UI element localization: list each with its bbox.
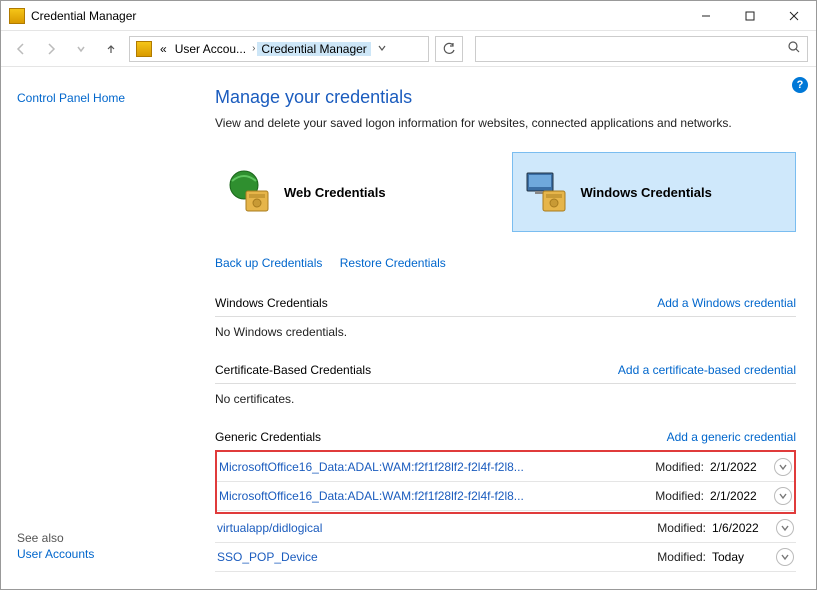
sidebar: Control Panel Home See also User Account… bbox=[1, 67, 211, 589]
add-windows-credential-link[interactable]: Add a Windows credential bbox=[657, 296, 796, 310]
modified-date: 2/1/2022 bbox=[710, 460, 766, 474]
window-controls bbox=[684, 1, 816, 30]
cert-section-title: Certificate-Based Credentials bbox=[215, 363, 371, 377]
nav-back-button[interactable] bbox=[9, 37, 33, 61]
nav-forward-button[interactable] bbox=[39, 37, 63, 61]
credential-row[interactable]: MicrosoftOffice16_Data:ADAL:WAM:f2f1f28l… bbox=[217, 482, 794, 511]
chevron-down-icon[interactable] bbox=[774, 458, 792, 476]
web-credentials-label: Web Credentials bbox=[284, 185, 386, 200]
main-content: Manage your credentials View and delete … bbox=[211, 67, 816, 589]
generic-credentials-list: MicrosoftOffice16_Data:ADAL:WAM:f2f1f28l… bbox=[215, 450, 796, 572]
credential-name: SSO_POP_Device bbox=[217, 550, 657, 564]
credential-name: virtualapp/didlogical bbox=[217, 521, 657, 535]
nav-up-button[interactable] bbox=[99, 37, 123, 61]
credential-row[interactable]: MicrosoftOffice16_Data:ADAL:WAM:f2f1f28l… bbox=[217, 453, 794, 482]
sidebar-user-accounts-link[interactable]: User Accounts bbox=[17, 547, 94, 561]
window-title: Credential Manager bbox=[31, 9, 136, 23]
windows-section-body: No Windows credentials. bbox=[215, 317, 796, 357]
address-bar[interactable]: « User Accou... › Credential Manager bbox=[129, 36, 429, 62]
minimize-button[interactable] bbox=[684, 1, 728, 30]
credential-row[interactable]: virtualapp/didlogicalModified: 1/6/2022 bbox=[215, 514, 796, 543]
refresh-button[interactable] bbox=[435, 36, 463, 62]
credential-name: MicrosoftOffice16_Data:ADAL:WAM:f2f1f28l… bbox=[219, 460, 655, 474]
page-description: View and delete your saved logon informa… bbox=[215, 116, 796, 130]
modified-label: Modified: bbox=[655, 489, 704, 503]
cert-section-body: No certificates. bbox=[215, 384, 796, 424]
chevron-down-icon[interactable] bbox=[774, 487, 792, 505]
chevron-down-icon[interactable] bbox=[776, 548, 794, 566]
add-generic-credential-link[interactable]: Add a generic credential bbox=[667, 430, 796, 444]
breadcrumb-item-current[interactable]: Credential Manager bbox=[257, 42, 370, 56]
breadcrumb-prefix: « bbox=[156, 42, 171, 56]
title-bar: Credential Manager bbox=[1, 1, 816, 31]
close-button[interactable] bbox=[772, 1, 816, 30]
search-box[interactable] bbox=[475, 36, 808, 62]
maximize-button[interactable] bbox=[728, 1, 772, 30]
chevron-down-icon[interactable] bbox=[776, 519, 794, 537]
credential-name: MicrosoftOffice16_Data:ADAL:WAM:f2f1f28l… bbox=[219, 489, 655, 503]
modified-label: Modified: bbox=[657, 550, 706, 564]
highlighted-credentials: MicrosoftOffice16_Data:ADAL:WAM:f2f1f28l… bbox=[215, 450, 796, 514]
modified-date: Today bbox=[712, 550, 768, 564]
windows-credentials-label: Windows Credentials bbox=[581, 185, 712, 200]
address-icon bbox=[136, 41, 152, 57]
monitor-safe-icon bbox=[523, 169, 569, 215]
web-credentials-card[interactable]: Web Credentials bbox=[215, 152, 500, 232]
modified-date: 1/6/2022 bbox=[712, 521, 768, 535]
address-dropdown[interactable] bbox=[371, 42, 393, 56]
modified-date: 2/1/2022 bbox=[710, 489, 766, 503]
see-also-label: See also bbox=[17, 531, 64, 545]
generic-section-title: Generic Credentials bbox=[215, 430, 321, 444]
page-title: Manage your credentials bbox=[215, 87, 796, 108]
breadcrumb-separator: › bbox=[250, 43, 257, 54]
nav-history-dropdown[interactable] bbox=[69, 37, 93, 61]
windows-section-title: Windows Credentials bbox=[215, 296, 328, 310]
windows-credentials-card[interactable]: Windows Credentials bbox=[512, 152, 797, 232]
search-icon[interactable] bbox=[787, 40, 801, 57]
modified-label: Modified: bbox=[657, 521, 706, 535]
navigation-bar: « User Accou... › Credential Manager bbox=[1, 31, 816, 67]
add-cert-credential-link[interactable]: Add a certificate-based credential bbox=[618, 363, 796, 377]
app-icon bbox=[9, 8, 25, 24]
globe-safe-icon bbox=[226, 169, 272, 215]
help-button[interactable]: ? bbox=[792, 77, 808, 93]
modified-label: Modified: bbox=[655, 460, 704, 474]
restore-credentials-link[interactable]: Restore Credentials bbox=[340, 256, 446, 270]
sidebar-home-link[interactable]: Control Panel Home bbox=[17, 91, 195, 105]
credential-row[interactable]: SSO_POP_DeviceModified: Today bbox=[215, 543, 796, 572]
breadcrumb-item[interactable]: User Accou... bbox=[171, 42, 250, 56]
backup-credentials-link[interactable]: Back up Credentials bbox=[215, 256, 322, 270]
